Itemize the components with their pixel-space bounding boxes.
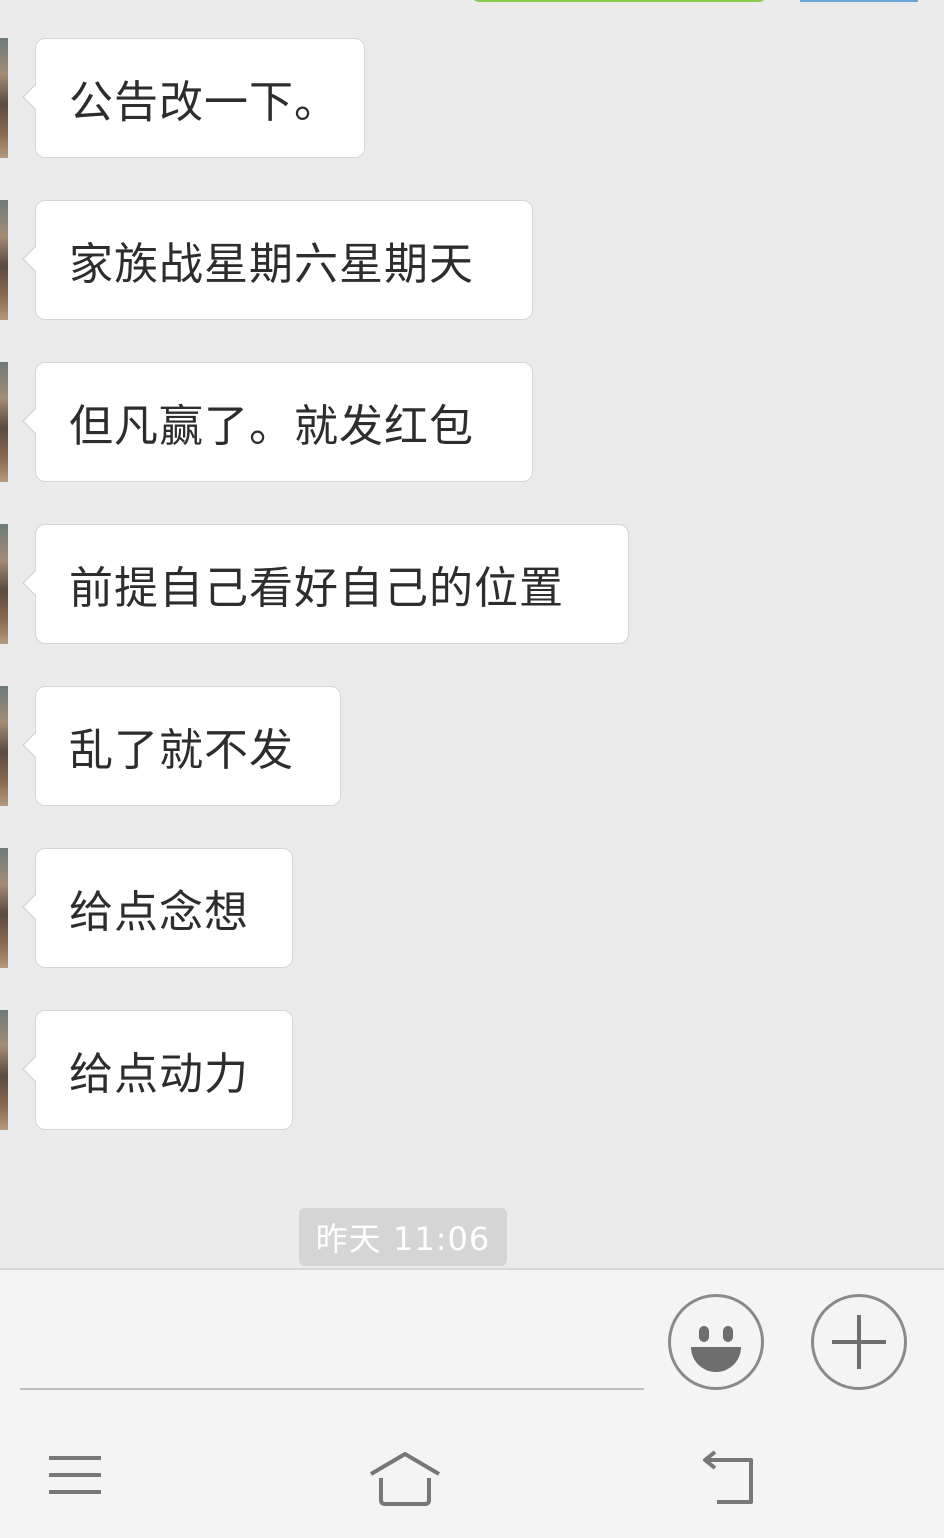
sender-avatar[interactable] [0,1010,8,1130]
self-avatar[interactable] [800,0,918,2]
menu-button[interactable] [35,1448,115,1508]
message-input[interactable] [20,1300,644,1390]
message-bubble[interactable]: 前提自己看好自己的位置 [22,524,629,644]
previous-sent-message-bubble[interactable] [470,0,768,2]
more-options-button[interactable] [811,1294,907,1390]
sender-avatar[interactable] [0,686,8,806]
sender-avatar[interactable] [0,200,8,320]
menu-lines-icon [49,1456,101,1494]
message-bubble[interactable]: 公告改一下。 [22,38,365,158]
home-button[interactable] [365,1448,445,1508]
message-bubble[interactable]: 给点动力 [22,1010,293,1130]
sender-avatar[interactable] [0,362,8,482]
message-bubble[interactable]: 但凡赢了。就发红包 [22,362,533,482]
back-arrow-icon [703,1450,753,1504]
system-nav-bar [0,1418,944,1538]
sender-avatar[interactable] [0,38,8,158]
message-bubble[interactable]: 给点念想 [22,848,293,968]
message-bubble[interactable]: 乱了就不发 [22,686,341,806]
emoji-button[interactable] [668,1294,764,1390]
home-icon [369,1452,441,1506]
sender-avatar[interactable] [0,524,8,644]
chat-message-area[interactable]: 公告改一下。 家族战星期六星期天 但凡赢了。就发红包 前提自己看好自己的位置 乱… [0,0,944,1268]
back-button[interactable] [693,1448,773,1508]
message-bubble[interactable]: 家族战星期六星期天 [22,200,533,320]
input-bar [0,1268,944,1418]
sender-avatar[interactable] [0,848,8,968]
timestamp-label: 昨天 11:06 [299,1208,507,1266]
